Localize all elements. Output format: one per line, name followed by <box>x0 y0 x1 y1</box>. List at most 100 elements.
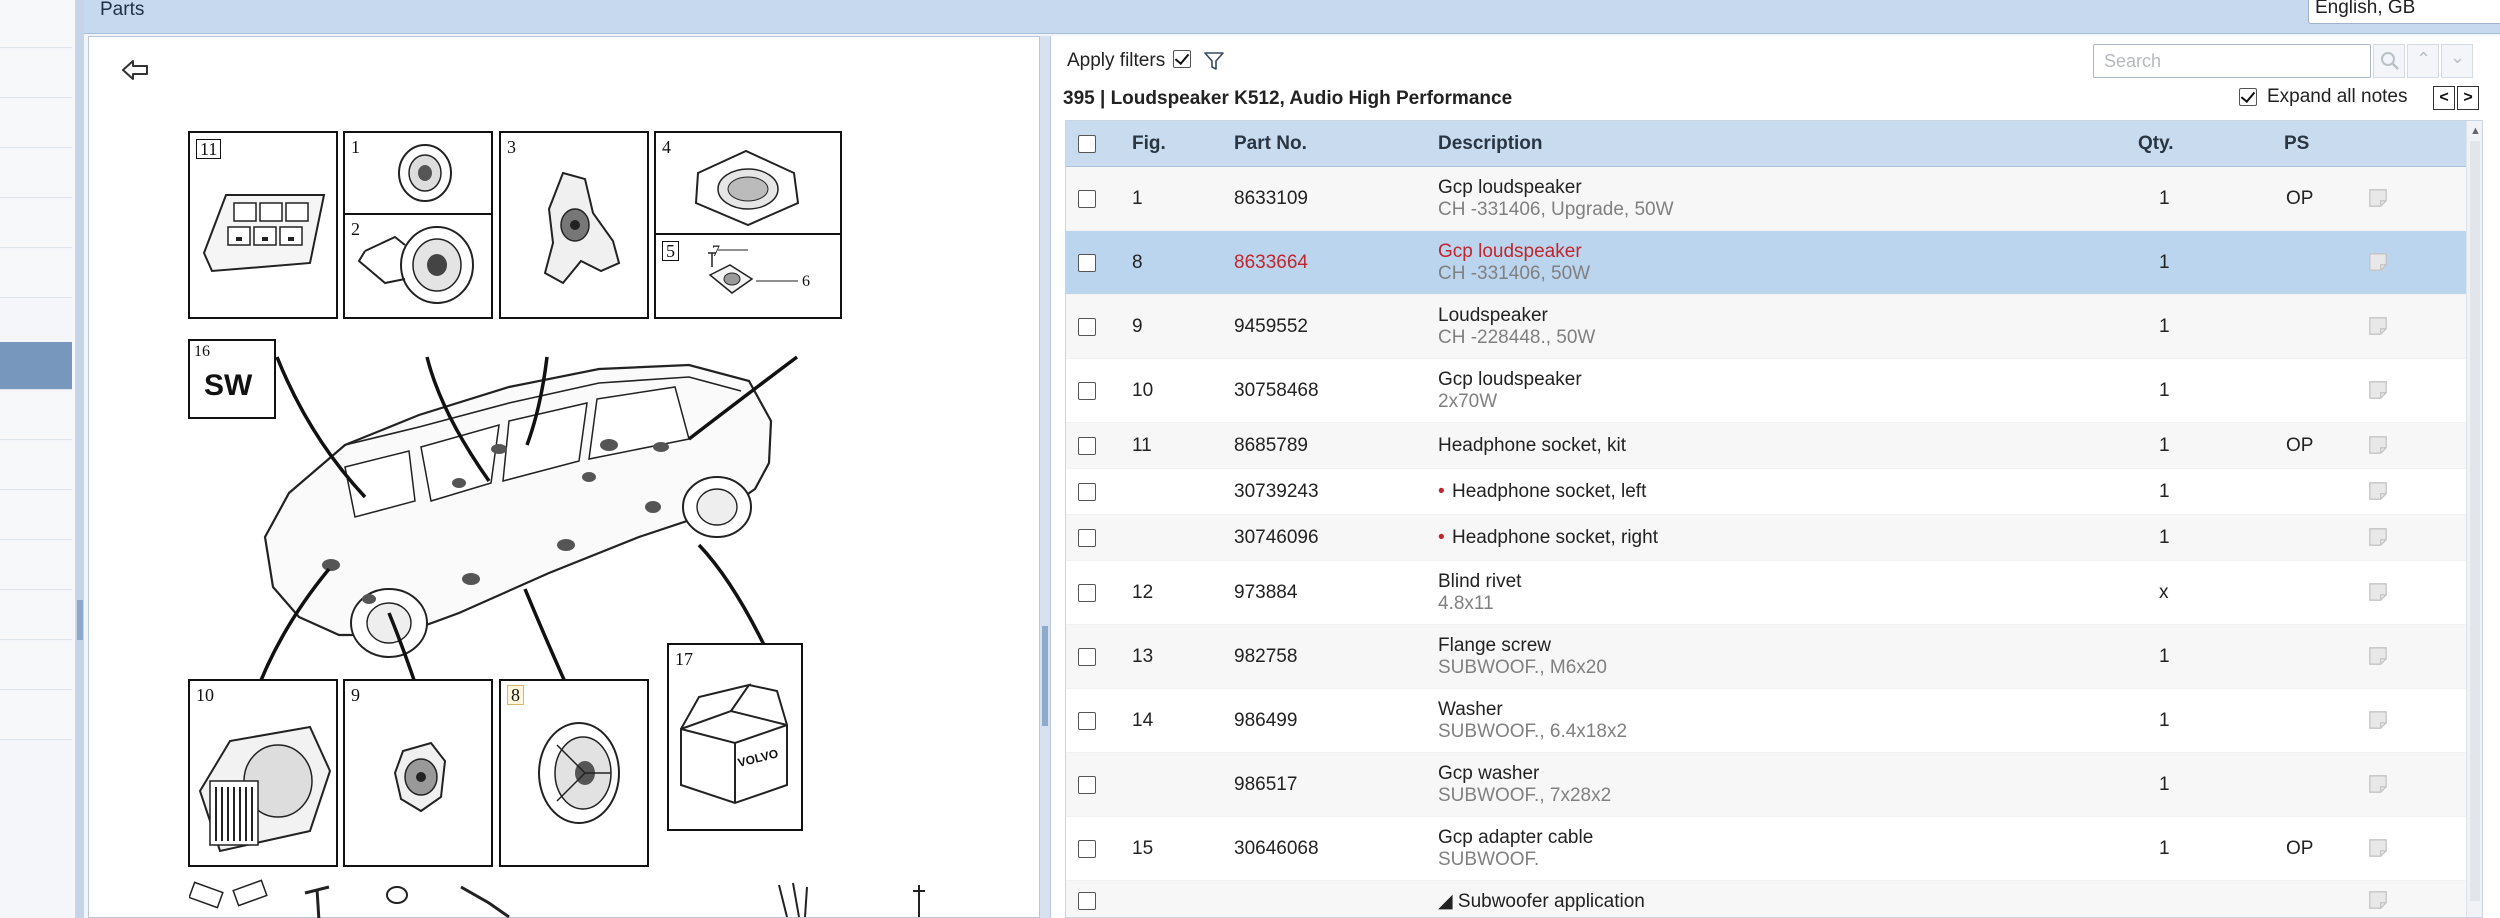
cell-part-no: 986499 <box>1234 710 1298 731</box>
left-nav-rail <box>0 0 76 918</box>
rail-item[interactable] <box>0 200 72 248</box>
table-row[interactable]: 12 973884 Blind rivet 4.8x11 x <box>1066 561 2466 625</box>
panel-splitter[interactable] <box>1040 36 1050 918</box>
row-checkbox[interactable] <box>1078 254 1096 272</box>
grille-drawing <box>694 149 800 294</box>
search-input[interactable] <box>2093 44 2371 78</box>
note-icon[interactable] <box>2368 890 2388 910</box>
language-select[interactable]: English, GB ⌄ <box>2308 0 2500 24</box>
rail-item[interactable] <box>0 0 72 48</box>
rail-item[interactable] <box>0 642 72 690</box>
row-checkbox[interactable] <box>1078 648 1096 666</box>
expand-notes-checkbox[interactable] <box>2239 88 2257 106</box>
splitter-grip[interactable] <box>1042 626 1048 726</box>
row-checkbox[interactable] <box>1078 840 1096 858</box>
row-checkbox[interactable] <box>1078 382 1096 400</box>
rail-splitter[interactable] <box>76 0 84 918</box>
figure-box-9[interactable]: 9 <box>343 679 493 867</box>
rail-item-active[interactable] <box>0 342 72 390</box>
rail-item[interactable] <box>0 692 72 740</box>
table-row[interactable]: 10 30758468 Gcp loudspeaker 2x70W 1 <box>1066 359 2466 423</box>
cell-description: Gcp loudspeaker <box>1438 369 1582 390</box>
table-row[interactable]: ◢ Subwoofer application <box>1066 881 2466 917</box>
row-checkbox[interactable] <box>1078 584 1096 602</box>
illustration-panel: 11 1 2 3 4 5 7 6 16 SW 10 9 8 17 VOLVO <box>88 36 1040 918</box>
figure-box-17[interactable]: 17 VOLVO <box>667 643 803 831</box>
cell-part-no: 30646068 <box>1234 838 1319 859</box>
apply-filters-checkbox[interactable] <box>1173 50 1191 68</box>
note-icon[interactable] <box>2368 435 2388 455</box>
column-header-qty[interactable]: Qty. <box>2138 133 2174 155</box>
prev-note-button[interactable]: < <box>2433 86 2455 110</box>
scroll-up-icon[interactable]: ▲ <box>2470 125 2481 137</box>
rail-item[interactable] <box>0 392 72 440</box>
table-scrollbar[interactable]: ▲ <box>2466 121 2482 917</box>
tweeter-bracket-drawing <box>543 171 621 285</box>
note-icon[interactable] <box>2368 252 2388 272</box>
note-icon[interactable] <box>2368 582 2388 602</box>
table-row[interactable]: 30746096 • Headphone socket, right 1 <box>1066 515 2466 561</box>
search-next-button[interactable]: ⌄ <box>2441 44 2473 78</box>
splitter-grip[interactable] <box>77 600 83 640</box>
rail-item[interactable] <box>0 250 72 298</box>
search-button[interactable] <box>2373 44 2405 78</box>
rail-item[interactable] <box>0 100 72 148</box>
row-checkbox[interactable] <box>1078 483 1096 501</box>
note-icon[interactable] <box>2368 380 2388 400</box>
kit-box-drawing: VOLVO <box>680 683 788 805</box>
table-row[interactable]: 986517 Gcp washer SUBWOOF., 7x28x2 1 <box>1066 753 2466 817</box>
row-checkbox[interactable] <box>1078 318 1096 336</box>
cell-qty: 1 <box>2159 380 2170 401</box>
row-checkbox[interactable] <box>1078 529 1096 547</box>
table-row[interactable]: 13 982758 Flange screw SUBWOOF., M6x20 1 <box>1066 625 2466 689</box>
note-icon[interactable] <box>2368 188 2388 208</box>
column-header-ps[interactable]: PS <box>2284 133 2309 155</box>
figure-box-4-5[interactable]: 4 5 7 6 <box>654 131 842 319</box>
rail-item[interactable] <box>0 542 72 590</box>
figure-box-8[interactable]: 8 <box>499 679 649 867</box>
note-icon[interactable] <box>2368 710 2388 730</box>
note-icon[interactable] <box>2368 646 2388 666</box>
figure-box-3[interactable]: 3 <box>499 131 649 319</box>
row-checkbox[interactable] <box>1078 437 1096 455</box>
note-icon[interactable] <box>2368 774 2388 794</box>
rail-item[interactable] <box>0 442 72 490</box>
scrollbar-thumb[interactable] <box>2470 141 2480 901</box>
search-prev-button[interactable]: ⌃ <box>2407 44 2439 78</box>
table-row[interactable]: 1 8633109 Gcp loudspeaker CH -331406, Upgra… <box>1066 167 2466 231</box>
figure-box-10[interactable]: 10 <box>188 679 338 867</box>
rail-item[interactable] <box>0 492 72 540</box>
table-row[interactable]: 15 30646068 Gcp adapter cable SUBWOOF. 1 OP <box>1066 817 2466 881</box>
row-checkbox[interactable] <box>1078 712 1096 730</box>
cell-description: Loudspeaker <box>1438 305 1548 326</box>
note-icon[interactable] <box>2368 838 2388 858</box>
figure-box-1-2[interactable]: 1 2 <box>343 131 493 319</box>
cell-part-no: 8685789 <box>1234 435 1308 456</box>
table-row[interactable]: 14 986499 Washer SUBWOOF., 6.4x18x2 1 <box>1066 689 2466 753</box>
row-checkbox[interactable] <box>1078 190 1096 208</box>
row-checkbox[interactable] <box>1078 776 1096 794</box>
funnel-icon[interactable] <box>1203 50 1225 72</box>
cell-description: Washer <box>1438 699 1503 720</box>
language-value: English, GB <box>2315 0 2416 18</box>
figure-box-11[interactable]: 11 <box>188 131 338 319</box>
note-icon[interactable] <box>2368 527 2388 547</box>
table-row[interactable]: 8 8633664 Gcp loudspeaker CH -331406, 50W 1 <box>1066 231 2466 295</box>
row-checkbox[interactable] <box>1078 892 1096 910</box>
note-icon[interactable] <box>2368 316 2388 336</box>
parts-list-panel: Apply filters 395 | Loudspeaker K512, Au… <box>1050 36 2500 918</box>
rail-item[interactable] <box>0 50 72 98</box>
column-header-fig[interactable]: Fig. <box>1132 133 1166 155</box>
select-all-checkbox[interactable] <box>1078 135 1096 153</box>
cell-fig: 12 <box>1132 582 1154 603</box>
table-row[interactable]: 30739243 • Headphone socket, left 1 <box>1066 469 2466 515</box>
column-header-part-no[interactable]: Part No. <box>1234 133 1307 155</box>
column-header-description[interactable]: Description <box>1438 133 1543 155</box>
next-note-button[interactable]: > <box>2457 86 2479 110</box>
rail-item[interactable] <box>0 592 72 640</box>
note-icon[interactable] <box>2368 481 2388 501</box>
table-row[interactable]: 9 9459552 Loudspeaker CH -228448., 50W 1 <box>1066 295 2466 359</box>
back-button[interactable] <box>119 55 153 85</box>
rail-item[interactable] <box>0 150 72 198</box>
table-row[interactable]: 11 8685789 Headphone socket, kit 1 OP <box>1066 423 2466 469</box>
